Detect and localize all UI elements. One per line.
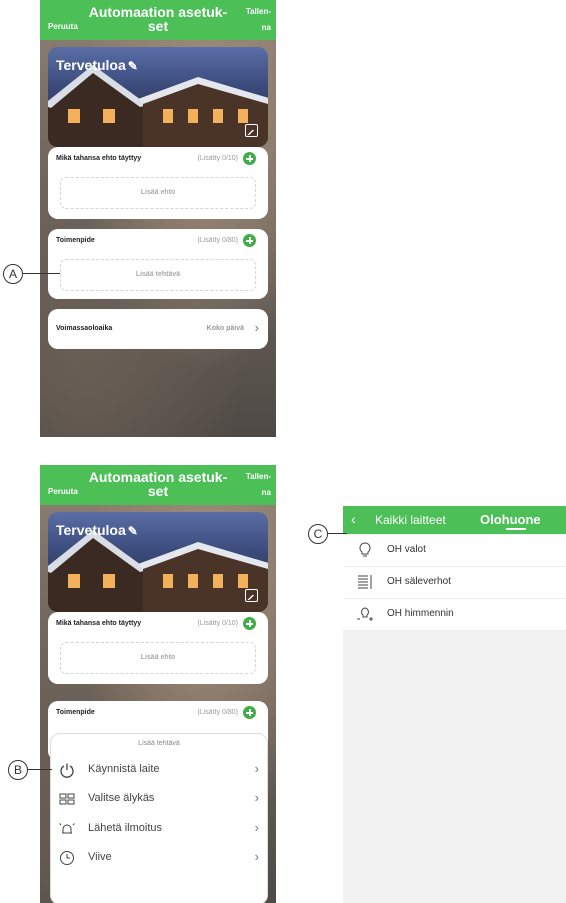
condition-card: Mikä tahansa ehto täyttyy (Lisätty 0/10)… <box>48 612 268 684</box>
action-card-title: Toimenpide <box>56 709 95 716</box>
chevron-right-icon: › <box>254 790 259 805</box>
device-label: OH säleverhot <box>387 576 451 587</box>
chevron-right-icon: › <box>254 820 259 835</box>
option-delay[interactable]: Viive › <box>51 846 267 872</box>
option-start-device[interactable]: Käynnistä laite › <box>51 758 267 784</box>
option-label: Käynnistä laite <box>88 763 160 775</box>
callout-c-line <box>327 533 347 534</box>
add-condition-button[interactable]: Lisää ehto <box>60 642 256 674</box>
save-button[interactable]: Tallen-na <box>241 4 271 36</box>
clock-icon <box>59 850 75 866</box>
chevron-right-icon: › <box>254 849 259 864</box>
scene-cover-image[interactable]: Tervetuloa ✎ <box>48 47 268 147</box>
header-bar: Peruuta Automaation asetuk-set Tallen-na <box>40 0 276 40</box>
scene-cover-image[interactable]: Tervetuloa ✎ <box>48 512 268 612</box>
grid-icon <box>59 791 75 807</box>
active-tab-underline <box>506 528 526 530</box>
device-list-screen: ‹ Kaikki laitteet Olohuone OH valot › OH… <box>343 506 566 903</box>
callout-b: B <box>8 760 28 780</box>
validity-row[interactable]: Voimassaoloaika Koko päivä › <box>48 309 268 349</box>
device-list: OH valot › OH säleverhot › OH himmennin … <box>343 535 566 631</box>
callout-a: A <box>3 264 23 284</box>
condition-count: (Lisätty 0/10) <box>197 155 238 162</box>
alarm-bell-icon <box>59 821 75 837</box>
condition-card-title: Mikä tahansa ehto täyttyy <box>56 620 142 627</box>
condition-card-title: Mikä tahansa ehto täyttyy <box>56 155 142 162</box>
page-title: Automaation asetuk-set <box>88 4 228 34</box>
header-bar: Peruuta Automaation asetuk-set Tallen-na <box>40 465 276 505</box>
device-header-bar: ‹ Kaikki laitteet Olohuone <box>343 506 566 534</box>
bulb-icon <box>357 541 373 559</box>
chevron-right-icon: › <box>254 320 259 335</box>
back-chevron-icon[interactable]: ‹ <box>351 511 356 527</box>
chevron-right-icon: › <box>254 761 259 776</box>
device-row-dimmer[interactable]: OH himmennin › <box>343 599 566 631</box>
welcome-title: Tervetuloa <box>56 57 126 73</box>
callout-a-line <box>22 273 60 274</box>
cancel-button[interactable]: Peruuta <box>48 22 78 31</box>
automation-settings-screen-bottom: Peruuta Automaation asetuk-set Tallen-na… <box>40 465 276 903</box>
add-task-button[interactable]: Lisää tehtävä <box>60 259 256 291</box>
image-icon[interactable] <box>245 124 258 137</box>
blinds-icon <box>357 573 373 591</box>
action-count: (Lisätty 0/80) <box>197 237 238 244</box>
action-card-title: Toimenpide <box>56 237 95 244</box>
pencil-icon[interactable]: ✎ <box>128 59 138 73</box>
callout-c: C <box>308 524 328 544</box>
image-icon[interactable] <box>245 589 258 602</box>
tab-living-room[interactable]: Olohuone <box>480 512 541 527</box>
add-condition-plus-icon[interactable] <box>243 152 256 165</box>
tab-all-devices[interactable]: Kaikki laitteet <box>375 513 446 527</box>
device-label: OH himmennin <box>387 608 454 619</box>
device-label: OH valot <box>387 544 426 555</box>
power-icon <box>59 762 75 778</box>
option-select-smart[interactable]: Valitse älykäs › <box>51 787 267 813</box>
device-row-lights[interactable]: OH valot › <box>343 535 566 567</box>
save-button[interactable]: Tallen-na <box>241 469 271 501</box>
option-label: Lähetä ilmoitus <box>88 822 162 834</box>
pencil-icon[interactable]: ✎ <box>128 524 138 538</box>
condition-card: Mikä tahansa ehto täyttyy (Lisätty 0/10)… <box>48 147 268 219</box>
action-count: (Lisätty 0/80) <box>197 709 238 716</box>
automation-settings-screen-top: Peruuta Automaation asetuk-set Tallen-na… <box>40 0 276 437</box>
add-task-sheet: Lisää tehtävä Käynnistä laite › Valitse … <box>50 733 268 903</box>
option-send-notification[interactable]: Lähetä ilmoitus › <box>51 817 267 843</box>
action-card: Toimenpide (Lisätty 0/80) Lisää tehtävä <box>48 229 268 299</box>
validity-value: Koko päivä <box>206 325 244 332</box>
device-row-blinds[interactable]: OH säleverhot › <box>343 567 566 599</box>
page-title: Automaation asetuk-set <box>88 469 228 499</box>
condition-count: (Lisätty 0/10) <box>197 620 238 627</box>
cancel-button[interactable]: Peruuta <box>48 487 78 496</box>
option-label: Valitse älykäs <box>88 792 155 804</box>
option-label: Viive <box>88 851 112 863</box>
add-condition-button[interactable]: Lisää ehto <box>60 177 256 209</box>
callout-b-line <box>27 769 52 770</box>
add-condition-plus-icon[interactable] <box>243 617 256 630</box>
add-action-plus-icon[interactable] <box>243 234 256 247</box>
dimmer-icon <box>357 605 373 623</box>
add-action-plus-icon[interactable] <box>243 706 256 719</box>
sheet-title: Lisää tehtävä <box>138 740 180 747</box>
validity-label: Voimassaoloaika <box>56 325 113 332</box>
welcome-title: Tervetuloa <box>56 522 126 538</box>
